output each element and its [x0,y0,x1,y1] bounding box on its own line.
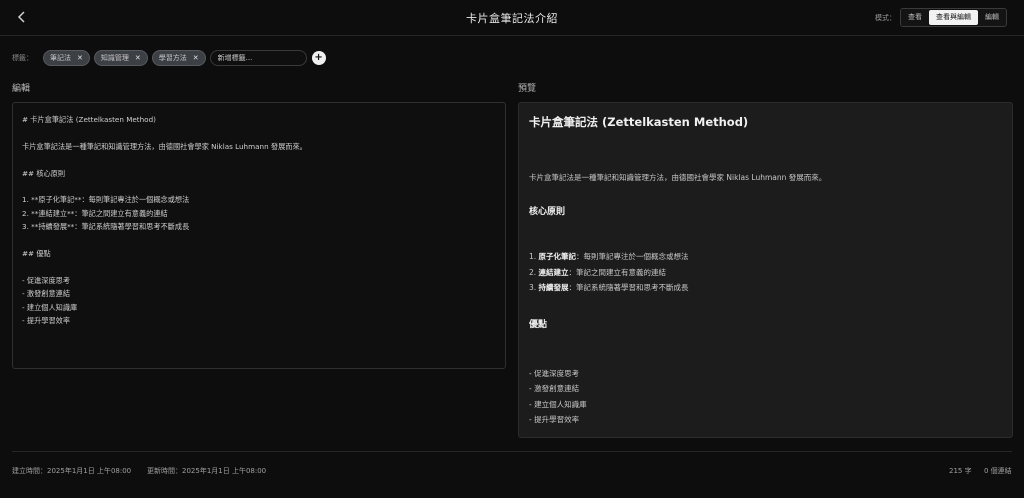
preview-subheading-benefits: 優點 [529,319,548,330]
new-tag-input[interactable] [209,49,307,66]
list-item: 1. 原子化筆記：每則筆記專注於一個概念或想法 [529,252,689,261]
tags-label: 標籤： [12,53,33,62]
list-item: - 提升學習效率 [529,415,580,424]
markdown-editor[interactable]: # 卡片盒筆記法 (Zettelkasten Method) 卡片盒筆記法是一種… [12,102,506,369]
updated-time: 更新時間：2025年1月1日 上午08:00 [147,467,267,475]
preview-intro: 卡片盒筆記法是一種筆記和知識管理方法，由德國社會學家 Niklas Luhman… [529,173,827,182]
tag-label: 知識管理 [100,53,129,62]
list-item: - 激發創意連結 [529,384,580,393]
page-title: 卡片盒筆記法介紹 [466,12,558,25]
list-item: - 促進深度思考 [529,368,580,378]
mode-view-edit-button[interactable]: 查看與編輯 [929,10,978,25]
close-icon[interactable]: ✕ [77,54,83,62]
word-count: 215 字 [949,467,972,475]
markdown-preview: 卡片盒筆記法 (Zettelkasten Method) 卡片盒筆記法是一種筆記… [518,102,1013,438]
list-item: 2. 連結建立：筆記之間建立有意義的連結 [529,267,667,277]
tag-label: 筆記法 [50,53,71,62]
mode-switcher: 查看 查看與編輯 編輯 [900,8,1007,27]
top-bar: 卡片盒筆記法介紹 模式： 查看 查看與編輯 編輯 [0,0,1024,36]
plus-icon: + [314,51,323,63]
mode-edit-button[interactable]: 編輯 [978,9,1006,26]
editor-label: 編輯 [12,84,31,94]
list-item: - 建立個人知識庫 [529,399,587,409]
tag-chip: 學習方法 ✕ [151,49,206,66]
preview-label: 預覽 [518,84,537,94]
tag-chip: 筆記法 ✕ [43,49,90,66]
tag-label: 學習方法 [158,53,187,62]
tag-chip: 知識管理 ✕ [93,49,148,66]
mode-view-button[interactable]: 查看 [901,9,929,26]
add-tag-button[interactable]: + [311,50,326,65]
tags-row: 標籤： 筆記法 ✕ 知識管理 ✕ 學習方法 ✕ + [12,49,326,66]
benefits-list: - 促進深度思考 - 激發創意連結 - 建立個人知識庫 - 提升學習效率 [529,366,1002,428]
preview-subheading-principles: 核心原則 [529,207,566,217]
close-icon[interactable]: ✕ [135,54,141,62]
preview-heading: 卡片盒筆記法 (Zettelkasten Method) [529,115,749,129]
principles-list: 1. 原子化筆記：每則筆記專注於一個概念或想法 2. 連結建立：筆記之間建立有意… [529,249,1002,296]
mode-label: 模式： [875,14,896,22]
footer-divider [12,451,1012,452]
link-count: 0 個連結 [984,467,1012,475]
close-icon[interactable]: ✕ [193,54,199,62]
list-item: 3. 持續發展：筆記系統隨著學習和思考不斷成長 [529,283,689,292]
created-time: 建立時間：2025年1月1日 上午08:00 [12,467,132,475]
